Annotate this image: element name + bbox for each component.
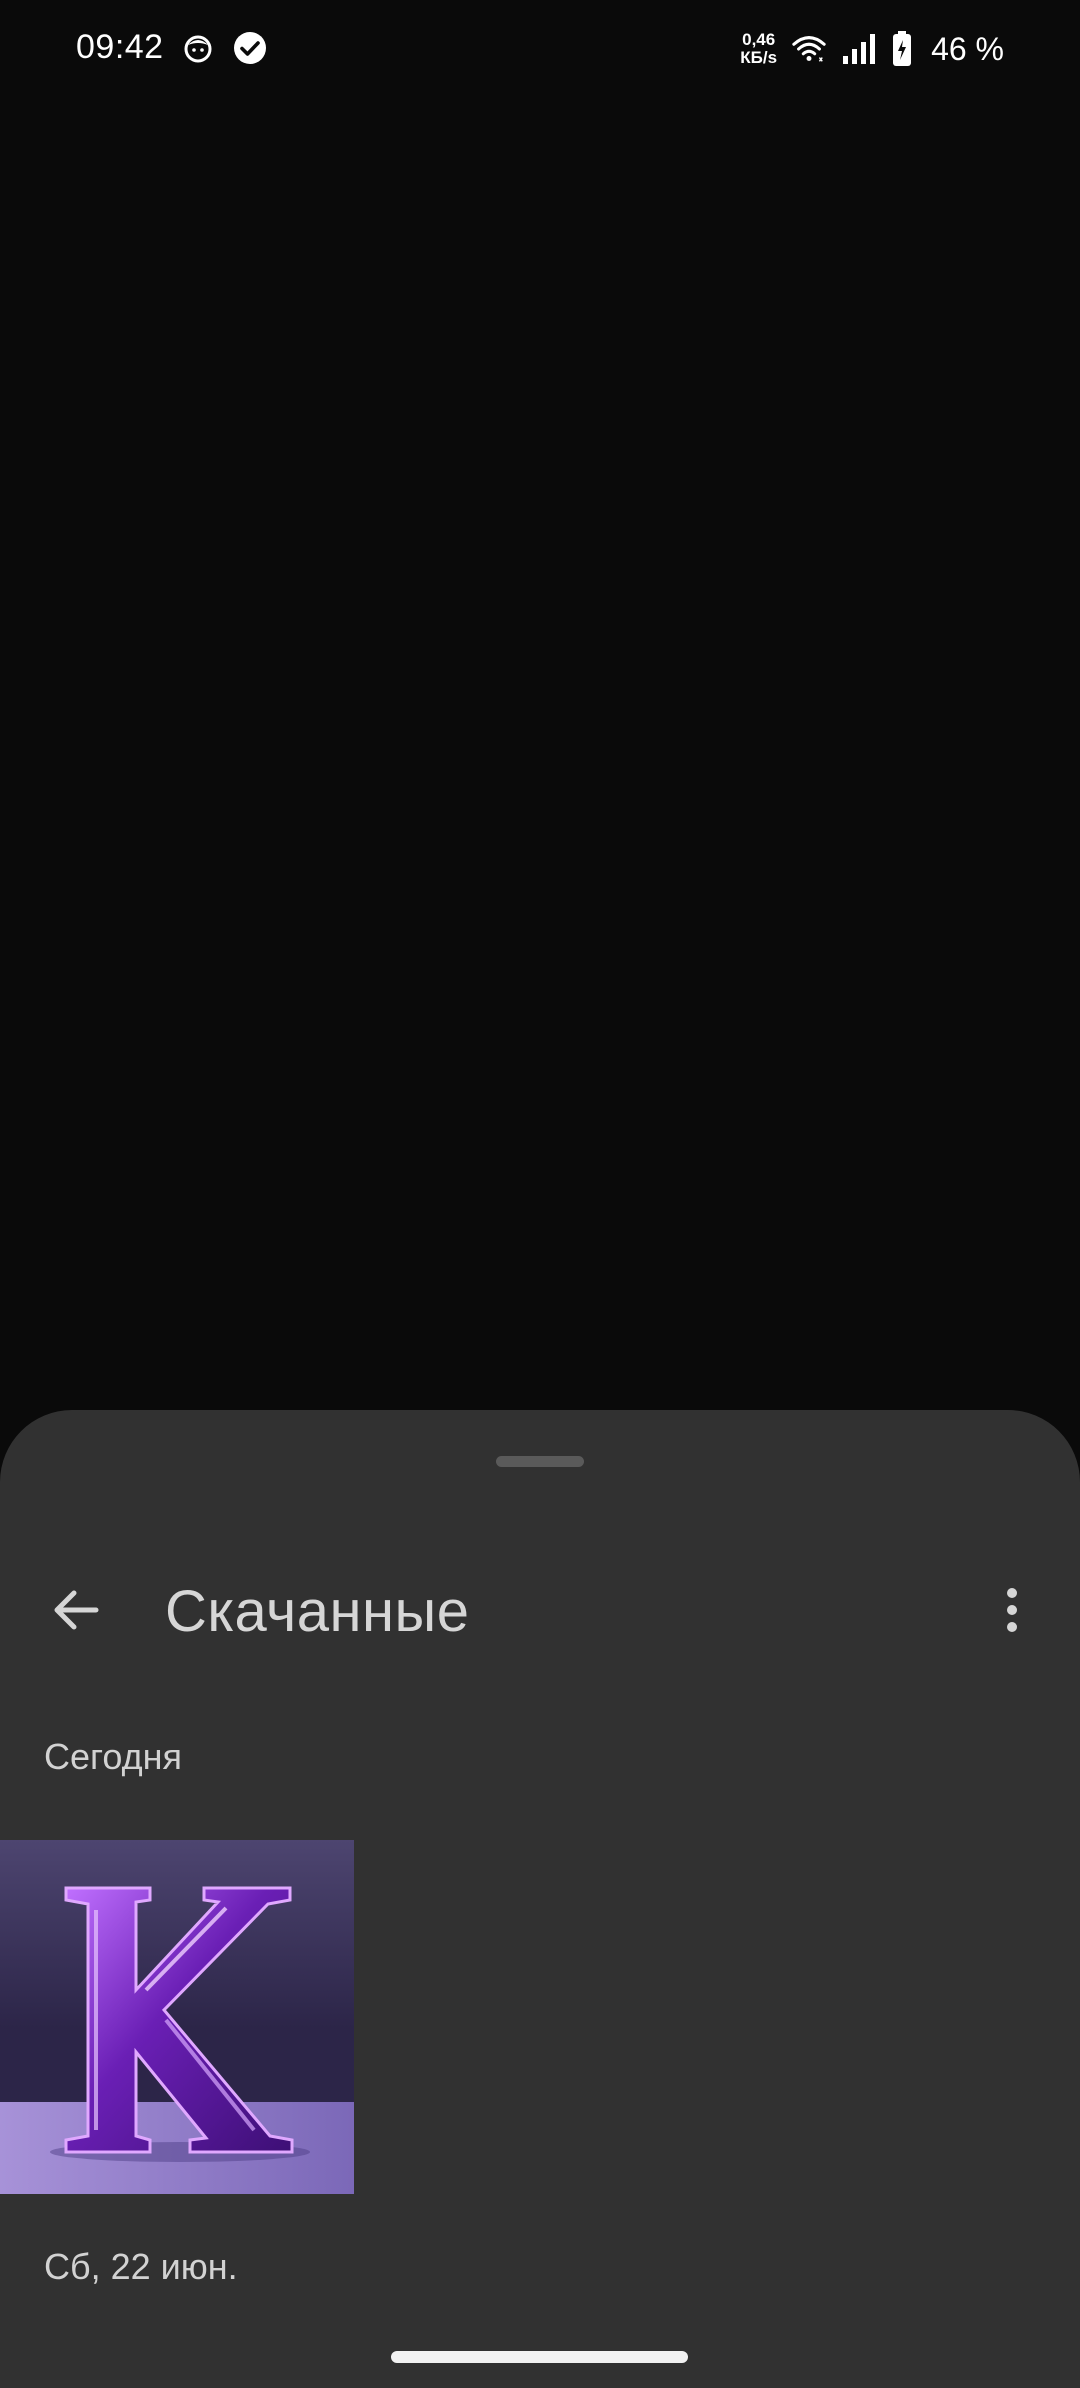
more-options-button[interactable] — [972, 1570, 1052, 1650]
sheet-title: Скачанные — [165, 1579, 470, 1644]
back-button[interactable] — [36, 1570, 116, 1650]
signal-icon — [841, 31, 877, 67]
gesture-navigation-bar[interactable] — [391, 2351, 688, 2363]
section-header-date: Сб, 22 июн. — [44, 2246, 238, 2287]
more-vert-icon — [1007, 1588, 1017, 1632]
screen: 09:42 0,46 КБ/s 46 % Скачанные Сегодня С… — [0, 0, 1080, 2388]
section-header-today: Сегодня — [44, 1736, 182, 1777]
status-notification-icons — [180, 30, 268, 66]
wifi-icon — [791, 31, 827, 67]
face-notification-icon — [180, 30, 216, 66]
status-bar: 09:42 0,46 КБ/s 46 % — [0, 0, 1080, 100]
network-speed-value: 0,46 — [742, 30, 776, 49]
purple-letter-k-image — [0, 1840, 354, 2194]
download-thumbnail[interactable] — [0, 1840, 354, 2194]
downloads-bottom-sheet: Скачанные Сегодня Сб, 22 июн. — [0, 1410, 1080, 2388]
battery-percentage: 46 % — [931, 30, 1004, 67]
network-speed-unit: КБ/s — [740, 48, 778, 67]
sheet-toolbar: Скачанные — [0, 1560, 1080, 1660]
sheet-drag-handle[interactable] — [496, 1456, 584, 1467]
check-circle-icon — [232, 30, 268, 66]
battery-charging-icon — [891, 31, 913, 67]
arrow-back-icon — [54, 1590, 99, 1630]
status-right-group: 0,46 КБ/s 46 % — [740, 26, 1004, 72]
status-time: 09:42 — [76, 28, 164, 66]
network-speed: 0,46 КБ/s — [740, 31, 777, 67]
